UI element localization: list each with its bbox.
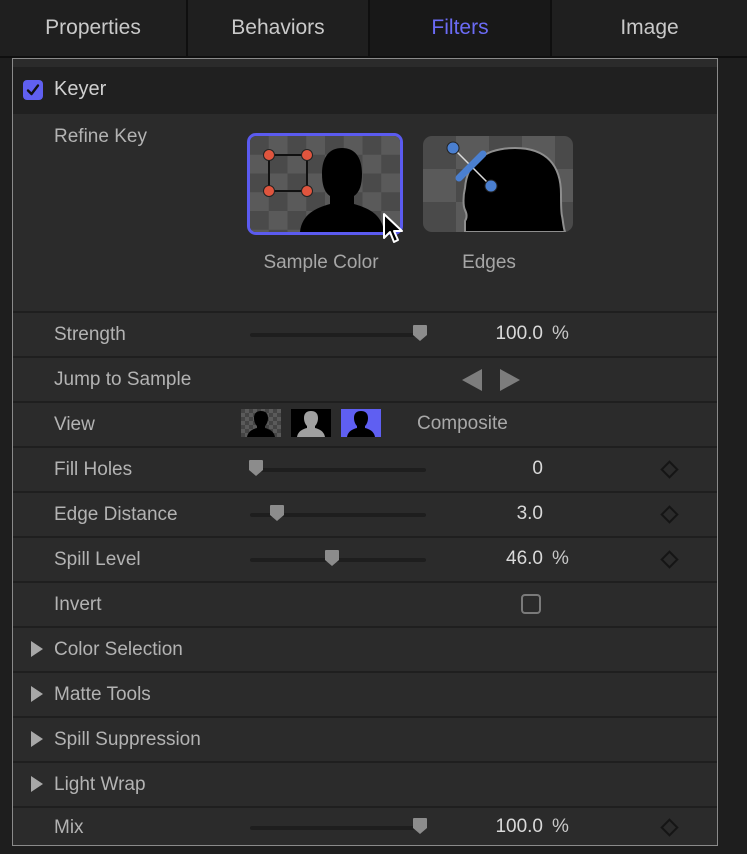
fill-holes-slider-thumb[interactable] bbox=[248, 459, 264, 477]
view-matte-button[interactable] bbox=[291, 409, 331, 437]
spill-level-slider-thumb[interactable] bbox=[324, 549, 340, 567]
strength-row: Strength 100.0 % bbox=[13, 311, 717, 356]
group-spill-suppression[interactable]: Spill Suppression bbox=[13, 716, 717, 761]
disclosure-triangle-icon[interactable] bbox=[31, 776, 43, 792]
edges-icon bbox=[423, 136, 573, 232]
group-label: Spill Suppression bbox=[54, 729, 201, 750]
strength-unit: % bbox=[552, 323, 569, 344]
invert-row: Invert bbox=[13, 581, 717, 626]
mix-unit: % bbox=[552, 816, 569, 837]
fill-holes-row: Fill Holes 0 bbox=[13, 446, 717, 491]
keyer-filter-panel: Keyer Refine Key Sample Color Edges Stre… bbox=[12, 58, 718, 846]
group-color-selection[interactable]: Color Selection bbox=[13, 626, 717, 671]
sample-color-button[interactable] bbox=[247, 133, 403, 235]
edges-button[interactable] bbox=[423, 136, 573, 232]
group-matte-tools[interactable]: Matte Tools bbox=[13, 671, 717, 716]
fill-holes-value[interactable]: 0 bbox=[453, 458, 543, 480]
sample-color-icon bbox=[250, 136, 400, 232]
matte-icon bbox=[291, 409, 331, 437]
checkmark-icon bbox=[26, 84, 40, 96]
group-label: Matte Tools bbox=[54, 684, 151, 705]
mix-slider-thumb[interactable] bbox=[412, 817, 428, 835]
inspector-tabs: Properties Behaviors Filters Image bbox=[0, 0, 747, 58]
view-composite-button[interactable] bbox=[341, 409, 381, 437]
invert-checkbox[interactable] bbox=[521, 594, 541, 614]
keyframe-icon[interactable] bbox=[660, 550, 679, 569]
disclosure-triangle-icon[interactable] bbox=[31, 686, 43, 702]
spill-level-row: Spill Level 46.0 % bbox=[13, 536, 717, 581]
strength-slider[interactable] bbox=[250, 333, 425, 337]
disclosure-triangle-icon[interactable] bbox=[31, 641, 43, 657]
spill-level-label: Spill Level bbox=[54, 549, 141, 570]
triangle-right-icon[interactable] bbox=[500, 369, 520, 391]
refine-key-label: Refine Key bbox=[54, 126, 147, 147]
strength-slider-thumb[interactable] bbox=[412, 324, 428, 342]
refine-key-row: Refine Key Sample Color Edges bbox=[13, 114, 717, 311]
filter-header: Keyer bbox=[13, 67, 717, 114]
keyframe-icon[interactable] bbox=[660, 460, 679, 479]
edge-distance-slider-thumb[interactable] bbox=[269, 504, 285, 522]
triangle-left-icon[interactable] bbox=[462, 369, 482, 391]
view-transparent-matte-button[interactable] bbox=[241, 409, 281, 437]
mix-row: Mix 100.0 % bbox=[13, 806, 717, 845]
jump-to-sample-label: Jump to Sample bbox=[54, 369, 192, 390]
edges-caption: Edges bbox=[462, 252, 516, 273]
filter-name: Keyer bbox=[54, 78, 107, 100]
tab-image[interactable]: Image bbox=[552, 0, 747, 56]
strength-value[interactable]: 100.0 bbox=[453, 323, 543, 345]
keyframe-icon[interactable] bbox=[660, 818, 679, 837]
edge-distance-label: Edge Distance bbox=[54, 504, 178, 525]
group-label: Light Wrap bbox=[54, 774, 146, 795]
view-label: View bbox=[54, 414, 95, 435]
view-mode-label: Composite bbox=[417, 413, 508, 434]
composite-icon bbox=[341, 409, 381, 437]
tab-filters[interactable]: Filters bbox=[370, 0, 552, 56]
sample-color-caption: Sample Color bbox=[263, 252, 379, 273]
edge-distance-value[interactable]: 3.0 bbox=[453, 503, 543, 525]
view-row: View Composite bbox=[13, 401, 717, 446]
filter-enable-checkbox[interactable] bbox=[23, 80, 43, 100]
jump-to-sample-row: Jump to Sample bbox=[13, 356, 717, 401]
group-light-wrap[interactable]: Light Wrap bbox=[13, 761, 717, 806]
spill-level-unit: % bbox=[552, 548, 569, 569]
keyframe-icon[interactable] bbox=[660, 505, 679, 524]
fill-holes-label: Fill Holes bbox=[54, 459, 133, 480]
spill-level-value[interactable]: 46.0 bbox=[453, 548, 543, 570]
mix-value[interactable]: 100.0 bbox=[453, 816, 543, 838]
mix-label: Mix bbox=[54, 817, 84, 838]
tab-behaviors[interactable]: Behaviors bbox=[188, 0, 370, 56]
invert-label: Invert bbox=[54, 594, 102, 615]
transparent-matte-icon bbox=[241, 409, 281, 437]
tab-properties[interactable]: Properties bbox=[0, 0, 188, 56]
disclosure-triangle-icon[interactable] bbox=[31, 731, 43, 747]
mix-slider[interactable] bbox=[250, 826, 425, 830]
strength-label: Strength bbox=[54, 324, 126, 345]
fill-holes-slider[interactable] bbox=[250, 468, 426, 472]
group-label: Color Selection bbox=[54, 639, 183, 660]
edge-distance-row: Edge Distance 3.0 bbox=[13, 491, 717, 536]
mouse-cursor-icon bbox=[383, 213, 403, 243]
